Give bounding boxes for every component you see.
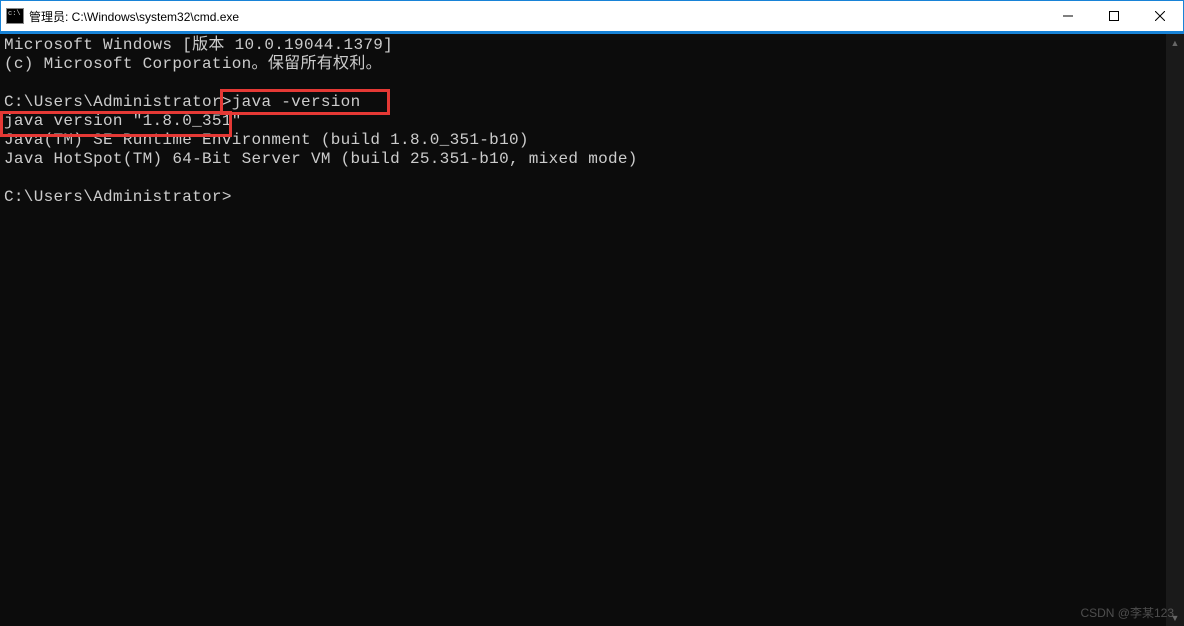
terminal-line: (c) Microsoft Corporation。保留所有权利。 xyxy=(4,55,382,73)
highlight-version xyxy=(0,111,232,137)
titlebar[interactable]: 管理员: C:\Windows\system32\cmd.exe xyxy=(0,0,1184,31)
highlight-command xyxy=(220,89,390,115)
terminal-area: Microsoft Windows [版本 10.0.19044.1379] (… xyxy=(0,34,1184,626)
terminal-prompt: C:\Users\Administrator> xyxy=(4,188,232,206)
maximize-button[interactable] xyxy=(1091,1,1137,31)
scroll-up-icon[interactable]: ▲ xyxy=(1166,34,1184,52)
close-button[interactable] xyxy=(1137,1,1183,31)
cmd-window: 管理员: C:\Windows\system32\cmd.exe Microso… xyxy=(0,0,1184,626)
terminal-line: Microsoft Windows [版本 10.0.19044.1379] xyxy=(4,36,393,54)
window-title: 管理员: C:\Windows\system32\cmd.exe xyxy=(29,8,239,25)
terminal-line: Java HotSpot(TM) 64-Bit Server VM (build… xyxy=(4,150,638,168)
cmd-icon xyxy=(1,8,29,24)
minimize-button[interactable] xyxy=(1045,1,1091,31)
vertical-scrollbar[interactable]: ▲ ▼ xyxy=(1166,34,1184,626)
terminal-prompt: C:\Users\Administrator> xyxy=(4,93,232,111)
watermark-text: CSDN @李某123 xyxy=(1080,604,1174,621)
window-controls xyxy=(1045,1,1183,31)
